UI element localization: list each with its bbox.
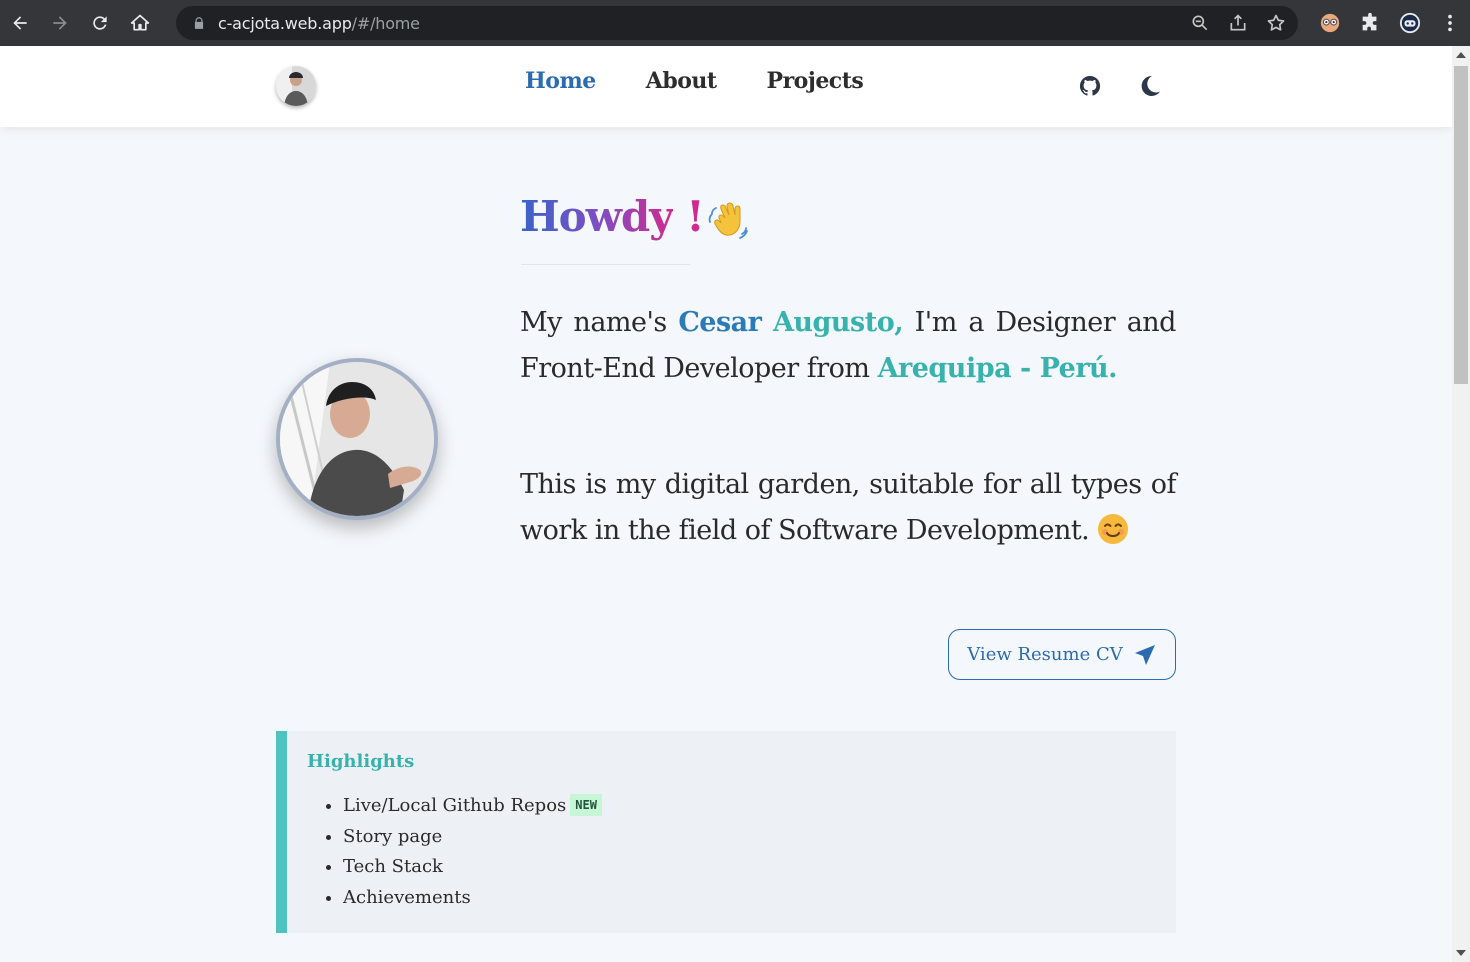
home-icon <box>130 14 150 31</box>
share-icon[interactable] <box>1228 13 1248 33</box>
surname-highlight: Augusto, <box>772 307 904 338</box>
home-button[interactable] <box>120 0 160 46</box>
reload-icon <box>93 16 107 30</box>
new-badge: NEW <box>570 794 602 816</box>
view-resume-button[interactable]: View Resume CV <box>948 629 1176 680</box>
list-item: Live/Local Github ReposNEW <box>343 791 602 822</box>
highlights-list: Live/Local Github ReposNEW Story page Te… <box>343 791 602 913</box>
page-scrollbar[interactable] <box>1452 46 1470 962</box>
scroll-up-arrow-icon[interactable] <box>1456 52 1466 58</box>
smiling-face-icon <box>1098 514 1129 544</box>
zoom-icon[interactable] <box>1190 13 1210 33</box>
back-button[interactable] <box>0 0 40 46</box>
extensions-button[interactable] <box>1350 0 1390 46</box>
kebab-menu-icon <box>1448 14 1452 32</box>
list-item: Tech Stack <box>343 852 602 883</box>
profile-avatar-icon <box>1399 12 1421 34</box>
paper-plane-icon <box>1134 644 1155 665</box>
scroll-thumb[interactable] <box>1454 66 1468 384</box>
profile-button[interactable] <box>1390 0 1430 46</box>
arrow-right-icon <box>53 16 67 30</box>
main-nav: Home About Projects <box>525 68 864 94</box>
moon-icon[interactable] <box>1138 74 1162 98</box>
view-resume-label: View Resume CV <box>967 644 1123 665</box>
avatar-photo-icon <box>276 66 316 106</box>
forward-button[interactable] <box>40 0 80 46</box>
browser-menu-button[interactable] <box>1430 0 1470 46</box>
address-bar[interactable]: c-acjota.web.app/#/home <box>176 6 1298 40</box>
list-item: Story page <box>343 822 602 853</box>
nav-about[interactable]: About <box>646 68 717 94</box>
lock-icon <box>194 17 204 29</box>
reload-button[interactable] <box>80 0 120 46</box>
glasses-face-icon <box>1320 13 1340 33</box>
profile-photo-icon <box>280 362 434 516</box>
github-icon[interactable] <box>1078 74 1102 98</box>
logo-avatar[interactable] <box>276 66 316 106</box>
scroll-down-arrow-icon[interactable] <box>1456 950 1466 956</box>
name-highlight: Cesar <box>678 307 762 338</box>
waving-hand-icon <box>708 202 748 239</box>
star-icon[interactable] <box>1266 13 1286 33</box>
highlights-box: Highlights Live/Local Github ReposNEW St… <box>276 731 1176 933</box>
url-text: c-acjota.web.app/#/home <box>218 13 420 33</box>
extension-glasses-button[interactable] <box>1310 0 1350 46</box>
nav-projects[interactable]: Projects <box>767 68 864 94</box>
list-item: Achievements <box>343 883 602 914</box>
site-header: Home About Projects <box>0 46 1452 127</box>
arrow-left-icon <box>13 16 27 30</box>
intro-paragraph: My name's Cesar Augusto, I'm a Designer … <box>520 307 1176 384</box>
garden-paragraph: This is my digital garden, suitable for … <box>520 469 1177 546</box>
page-title: Howdy ! <box>520 192 705 241</box>
browser-toolbar: c-acjota.web.app/#/home <box>0 0 1470 46</box>
location-highlight: Arequipa - Perú. <box>877 353 1118 384</box>
hero-avatar <box>276 358 438 520</box>
puzzle-icon <box>1362 12 1377 31</box>
nav-home[interactable]: Home <box>525 68 596 94</box>
title-divider <box>521 264 690 265</box>
highlights-title: Highlights <box>307 751 415 772</box>
